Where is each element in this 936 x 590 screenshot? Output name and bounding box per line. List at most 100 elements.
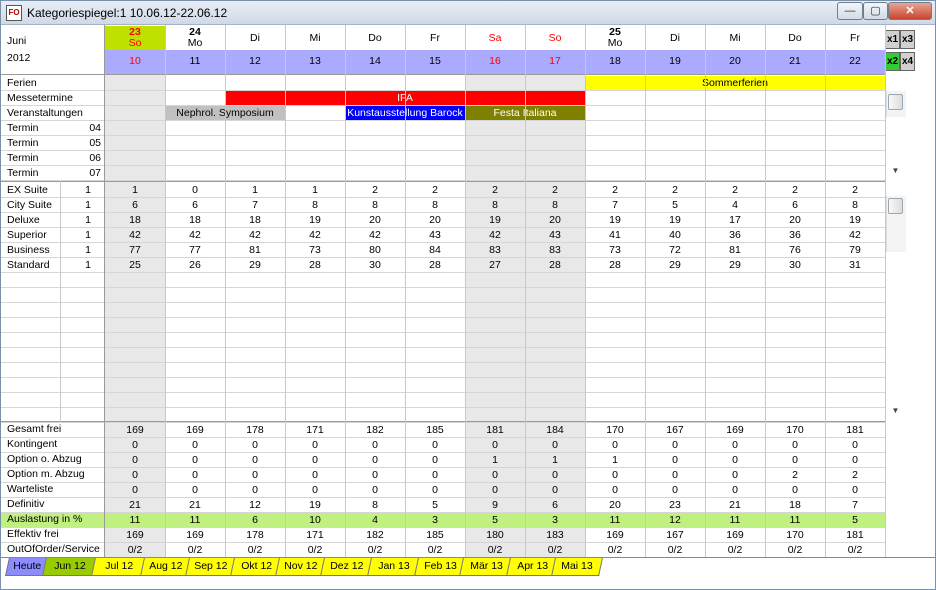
- availability-cell[interactable]: 42: [825, 228, 885, 243]
- availability-cell[interactable]: 73: [285, 243, 345, 258]
- day-header[interactable]: Mi: [705, 26, 765, 50]
- availability-cell[interactable]: 77: [165, 243, 225, 258]
- availability-cell[interactable]: 80: [345, 243, 405, 258]
- availability-cell[interactable]: 2: [585, 183, 645, 198]
- availability-cell[interactable]: 19: [285, 213, 345, 228]
- availability-cell[interactable]: 8: [525, 198, 585, 213]
- availability-cell[interactable]: 6: [105, 198, 165, 213]
- day-header[interactable]: Di: [645, 26, 705, 50]
- day-number[interactable]: 10: [105, 50, 165, 74]
- availability-cell[interactable]: 42: [285, 228, 345, 243]
- availability-cell[interactable]: 7: [585, 198, 645, 213]
- month-tab[interactable]: Apr 13: [506, 558, 558, 576]
- availability-cell[interactable]: 2: [765, 183, 825, 198]
- zoom-x2-button[interactable]: x2: [885, 52, 900, 71]
- availability-cell[interactable]: 25: [105, 258, 165, 273]
- availability-cell[interactable]: 18: [165, 213, 225, 228]
- month-tab[interactable]: Mär 13: [459, 558, 513, 576]
- day-number[interactable]: 16: [465, 50, 525, 74]
- availability-cell[interactable]: 20: [765, 213, 825, 228]
- availability-cell[interactable]: 43: [525, 228, 585, 243]
- availability-cell[interactable]: 19: [585, 213, 645, 228]
- month-tab[interactable]: Mai 13: [551, 558, 603, 576]
- zoom-x1-button[interactable]: x1: [885, 30, 900, 49]
- availability-cell[interactable]: 19: [645, 213, 705, 228]
- availability-cell[interactable]: 27: [465, 258, 525, 273]
- day-number[interactable]: 18: [585, 50, 645, 74]
- availability-cell[interactable]: 2: [345, 183, 405, 198]
- availability-cell[interactable]: 1: [225, 183, 285, 198]
- availability-cell[interactable]: 73: [585, 243, 645, 258]
- scroll-down-arrow[interactable]: ▼: [886, 166, 905, 175]
- availability-cell[interactable]: 2: [405, 183, 465, 198]
- availability-cell[interactable]: 72: [645, 243, 705, 258]
- title-bar[interactable]: FO Kategoriespiegel:1 10.06.12-22.06.12 …: [1, 1, 935, 25]
- availability-cell[interactable]: 30: [345, 258, 405, 273]
- availability-cell[interactable]: 26: [165, 258, 225, 273]
- day-number[interactable]: 19: [645, 50, 705, 74]
- maximize-button[interactable]: ▢: [863, 2, 888, 20]
- availability-cell[interactable]: 2: [705, 183, 765, 198]
- availability-cell[interactable]: 42: [345, 228, 405, 243]
- availability-cell[interactable]: 2: [465, 183, 525, 198]
- availability-cell[interactable]: 6: [165, 198, 225, 213]
- day-number[interactable]: 12: [225, 50, 285, 74]
- day-number[interactable]: 13: [285, 50, 345, 74]
- availability-cell[interactable]: 1: [285, 183, 345, 198]
- availability-cell[interactable]: 7: [225, 198, 285, 213]
- availability-cell[interactable]: 81: [705, 243, 765, 258]
- day-header[interactable]: Fr: [825, 26, 885, 50]
- availability-cell[interactable]: 1: [105, 183, 165, 198]
- availability-cell[interactable]: 2: [525, 183, 585, 198]
- availability-cell[interactable]: 29: [645, 258, 705, 273]
- month-tab[interactable]: Aug 12: [140, 558, 192, 576]
- day-header[interactable]: Mi: [285, 26, 345, 50]
- availability-cell[interactable]: 42: [225, 228, 285, 243]
- close-button[interactable]: ✕: [888, 2, 932, 20]
- availability-cell[interactable]: 83: [465, 243, 525, 258]
- availability-cell[interactable]: 2: [825, 183, 885, 198]
- minimize-button[interactable]: —: [837, 2, 863, 20]
- day-header[interactable]: Di: [225, 26, 285, 50]
- availability-cell[interactable]: 31: [825, 258, 885, 273]
- month-tab[interactable]: Okt 12: [230, 558, 282, 576]
- availability-cell[interactable]: 36: [705, 228, 765, 243]
- scrollbar-thumb[interactable]: [888, 94, 903, 110]
- availability-cell[interactable]: 36: [765, 228, 825, 243]
- day-header[interactable]: Sa: [465, 26, 525, 50]
- availability-cell[interactable]: 76: [765, 243, 825, 258]
- availability-cell[interactable]: 81: [225, 243, 285, 258]
- day-number[interactable]: 15: [405, 50, 465, 74]
- month-tab[interactable]: Sep 12: [185, 558, 237, 576]
- day-header[interactable]: Do: [345, 26, 405, 50]
- event-bar[interactable]: Sommerferien: [585, 76, 885, 90]
- availability-cell[interactable]: 18: [105, 213, 165, 228]
- month-tab[interactable]: Feb 13: [414, 558, 466, 576]
- day-number[interactable]: 17: [525, 50, 585, 74]
- availability-cell[interactable]: 30: [765, 258, 825, 273]
- scroll-down-arrow[interactable]: ▼: [886, 406, 905, 415]
- availability-cell[interactable]: 20: [405, 213, 465, 228]
- day-header[interactable]: So: [525, 26, 585, 50]
- availability-cell[interactable]: 5: [645, 198, 705, 213]
- day-header[interactable]: 24 Mo: [165, 26, 225, 50]
- availability-cell[interactable]: 43: [405, 228, 465, 243]
- availability-cell[interactable]: 8: [825, 198, 885, 213]
- availability-cell[interactable]: 28: [585, 258, 645, 273]
- availability-cell[interactable]: 77: [105, 243, 165, 258]
- scrollbar-thumb[interactable]: [888, 198, 903, 214]
- day-number[interactable]: 11: [165, 50, 225, 74]
- day-header[interactable]: 23 So: [105, 26, 165, 50]
- month-tab[interactable]: Jun 12: [42, 558, 98, 576]
- availability-cell[interactable]: 17: [705, 213, 765, 228]
- availability-cell[interactable]: 29: [705, 258, 765, 273]
- availability-cell[interactable]: 18: [225, 213, 285, 228]
- availability-cell[interactable]: 84: [405, 243, 465, 258]
- availability-cell[interactable]: 4: [705, 198, 765, 213]
- month-tab[interactable]: Jan 13: [367, 558, 421, 576]
- day-header[interactable]: Fr: [405, 26, 465, 50]
- day-header[interactable]: 25 Mo: [585, 26, 645, 50]
- availability-cell[interactable]: 0: [165, 183, 225, 198]
- month-tab[interactable]: Jul 12: [91, 558, 147, 576]
- availability-cell[interactable]: 83: [525, 243, 585, 258]
